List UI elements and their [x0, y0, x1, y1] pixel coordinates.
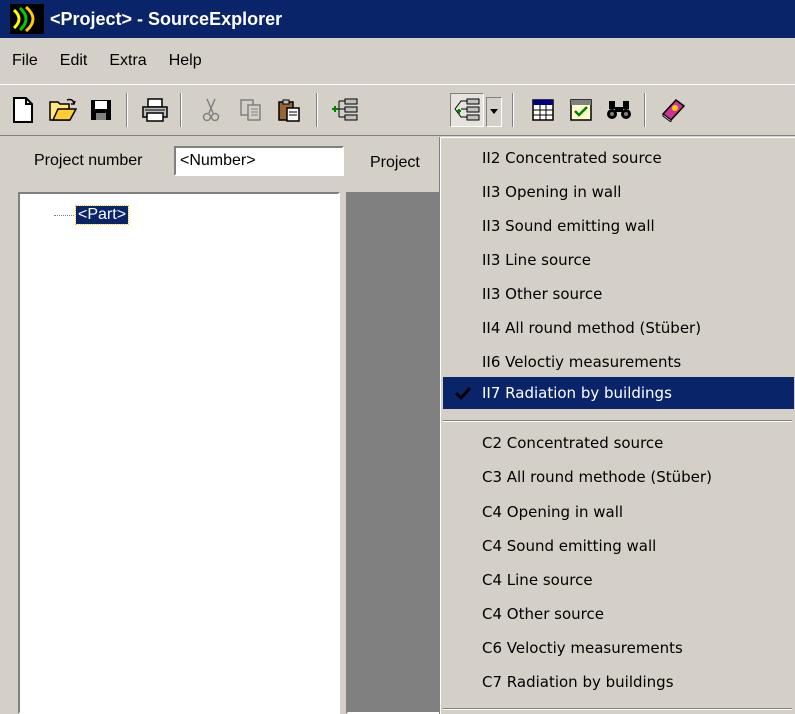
find-icon[interactable] [602, 93, 636, 127]
menu-item-c4-line-source[interactable]: C4 Line source [443, 564, 794, 596]
menu-item-ii7-radiation-by-buildings[interactable]: II7 Radiation by buildings [443, 377, 794, 409]
menu-item-ii6-velocity-measurements[interactable]: II6 Veloctiy measurements [443, 346, 794, 378]
toolbar-separator [512, 93, 514, 127]
menu-item-ii4-all-round-method[interactable]: II4 All round method (Stüber) [443, 312, 794, 344]
source-type-dropdown-menu: II2 Concentrated source II3 Opening in w… [440, 137, 795, 714]
save-icon[interactable] [84, 93, 118, 127]
open-icon[interactable] [46, 93, 80, 127]
menu-item-c6-velocity-measurements[interactable]: C6 Veloctiy measurements [443, 632, 794, 664]
menu-item-ii3-sound-emitting-wall[interactable]: II3 Sound emitting wall [443, 210, 794, 242]
menu-item-c4-sound-emitting-wall[interactable]: C4 Sound emitting wall [443, 530, 794, 562]
tree-connector [54, 214, 74, 216]
toolbar-separator [644, 93, 646, 127]
project-label: Project [370, 154, 420, 171]
menu-bar: File Edit Extra Help [0, 38, 795, 84]
window-title: <Project> - SourceExplorer [50, 8, 283, 29]
toolbar [0, 84, 795, 136]
source-type-icon[interactable] [450, 93, 484, 127]
menu-item-c4-opening-in-wall[interactable]: C4 Opening in wall [443, 496, 794, 528]
toolbar-separator [316, 93, 318, 127]
print-icon[interactable] [138, 93, 172, 127]
menu-edit[interactable]: Edit [48, 52, 98, 70]
new-icon[interactable] [6, 93, 40, 127]
menu-item-c2-concentrated-source[interactable]: C2 Concentrated source [443, 427, 794, 459]
project-number-field[interactable] [174, 146, 344, 176]
tree-node-label: <Part> [74, 205, 130, 225]
add-node-icon[interactable] [328, 93, 362, 127]
toolbar-separator [180, 93, 182, 127]
title-bar[interactable]: <Project> - SourceExplorer [0, 0, 795, 38]
menu-separator [443, 708, 792, 710]
menu-item-c7-radiation-by-buildings[interactable]: C7 Radiation by buildings [443, 666, 794, 698]
tree-node-part[interactable]: <Part> [54, 205, 130, 225]
source-explorer-app-icon [10, 4, 44, 34]
menu-item-c3-all-round-methode[interactable]: C3 All round methode (Stüber) [443, 461, 794, 493]
checkmark-icon [454, 386, 472, 401]
source-type-dropdown-button[interactable] [486, 97, 502, 127]
copy-icon[interactable] [234, 93, 268, 127]
menu-extra[interactable]: Extra [97, 52, 156, 70]
table-icon[interactable] [526, 93, 560, 127]
toolbar-separator [126, 93, 128, 127]
menu-item-ii2-concentrated-source[interactable]: II2 Concentrated source [443, 142, 794, 174]
menu-file[interactable]: File [0, 52, 48, 70]
menu-item-c4-other-source[interactable]: C4 Other source [443, 598, 794, 630]
check-icon[interactable] [564, 93, 598, 127]
menu-item-label: II7 Radiation by buildings [482, 384, 672, 402]
menu-separator [443, 420, 792, 422]
app-window: <Project> - SourceExplorer File Edit Ext… [0, 0, 795, 714]
cut-icon[interactable] [194, 93, 228, 127]
menu-item-ii3-opening-in-wall[interactable]: II3 Opening in wall [443, 176, 794, 208]
menu-item-ii3-line-source[interactable]: II3 Line source [443, 244, 794, 276]
menu-help[interactable]: Help [157, 52, 212, 70]
project-tree[interactable]: <Part> [18, 192, 340, 714]
project-number-label: Project number [34, 152, 143, 169]
chevron-down-icon [490, 109, 498, 114]
help-book-icon[interactable] [656, 93, 690, 127]
paste-icon[interactable] [272, 93, 306, 127]
menu-item-ii3-other-source[interactable]: II3 Other source [443, 278, 794, 310]
